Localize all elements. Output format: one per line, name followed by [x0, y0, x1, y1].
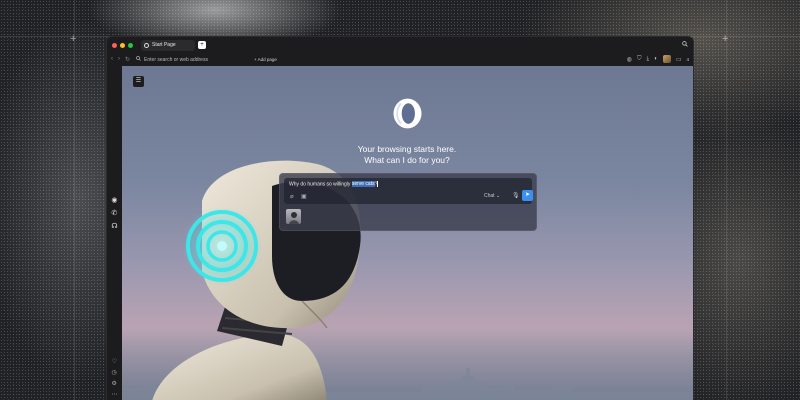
- shield-icon[interactable]: ⛉: [637, 56, 642, 63]
- heart-icon[interactable]: ♡: [112, 358, 118, 365]
- text-caret: [377, 181, 378, 187]
- headphones-icon[interactable]: ☊: [111, 222, 117, 230]
- opera-icon: [144, 42, 149, 48]
- search-icon[interactable]: [682, 41, 688, 49]
- ai-prompt-panel: Why do humans so willingly serve cats? ⌀…: [279, 173, 537, 231]
- prompt-text-before: Why do humans so willingly: [289, 181, 352, 188]
- theme-toggle-icon[interactable]: ◐: [654, 56, 658, 62]
- reload-icon[interactable]: ↻: [125, 56, 130, 63]
- hamburger-icon[interactable]: ☰: [133, 76, 144, 87]
- back-icon[interactable]: ‹: [111, 56, 113, 63]
- plus-mark-icon: +: [70, 33, 77, 45]
- guide-line: [726, 0, 727, 400]
- paperclip-icon[interactable]: ⌀: [290, 193, 294, 200]
- messages-icon[interactable]: ▭: [676, 56, 682, 63]
- mode-selector[interactable]: Chat ⌄: [484, 193, 500, 199]
- new-tab-button[interactable]: +: [198, 41, 206, 49]
- headline-line2: What can I do for you?: [364, 155, 450, 165]
- content-area: ◉ ✆ ☊ ♡ ◷ ⚙ ⋯ ☰ Your browsing starts her…: [107, 66, 693, 400]
- plus-mark-icon: +: [722, 33, 729, 45]
- maximize-window-button[interactable]: [128, 42, 133, 48]
- add-page-button[interactable]: + Add page: [254, 57, 277, 62]
- browser-window: Start Page + ‹ › ↻ Enter search or web a…: [106, 36, 694, 400]
- forward-icon[interactable]: ›: [118, 56, 120, 63]
- opera-logo: [393, 98, 422, 129]
- guide-line: [74, 0, 75, 400]
- prompt-text-selected: serve cats: [351, 181, 375, 188]
- microphone-icon[interactable]: 🎙︎: [512, 192, 520, 199]
- tab-start-page[interactable]: Start Page: [141, 39, 195, 51]
- minimize-window-button[interactable]: [120, 42, 125, 48]
- title-bar: Start Page +: [107, 37, 693, 53]
- sidebar: ◉ ✆ ☊ ♡ ◷ ⚙ ⋯: [107, 66, 122, 400]
- headline-line1: Your browsing starts here.: [357, 144, 457, 154]
- image-icon[interactable]: ▣: [301, 193, 307, 200]
- vpn-icon[interactable]: ◍: [627, 56, 632, 63]
- profile-avatar[interactable]: [662, 55, 671, 63]
- prompt-input[interactable]: Why do humans so willingly serve cats? ⌀…: [284, 178, 533, 204]
- prompt-text[interactable]: Why do humans so willingly serve cats?: [289, 181, 378, 188]
- start-page-headline: Your browsing starts here. What can I do…: [322, 144, 492, 166]
- messenger-icon[interactable]: ◉: [111, 196, 117, 204]
- download-icon[interactable]: ⤓: [647, 56, 650, 63]
- attached-image-thumbnail[interactable]: [286, 209, 301, 224]
- gear-icon[interactable]: ⚙: [112, 380, 118, 387]
- toolbar: ‹ › ↻ Enter search or web address + Add …: [107, 53, 693, 66]
- start-page: ☰ Your browsing starts here. What can I …: [122, 66, 693, 400]
- window-controls: [112, 42, 133, 48]
- address-placeholder: Enter search or web address: [144, 56, 208, 63]
- search-icon: [136, 56, 141, 63]
- city-skyline: [122, 368, 693, 400]
- whatsapp-icon[interactable]: ✆: [111, 209, 117, 217]
- send-icon[interactable]: ➤: [522, 190, 533, 201]
- message-count: 4: [686, 56, 689, 62]
- address-bar[interactable]: Enter search or web address: [136, 56, 208, 63]
- more-icon[interactable]: ⋯: [112, 391, 118, 398]
- clock-icon[interactable]: ◷: [112, 369, 118, 376]
- tab-title: Start Page: [152, 42, 176, 48]
- close-window-button[interactable]: [112, 42, 117, 48]
